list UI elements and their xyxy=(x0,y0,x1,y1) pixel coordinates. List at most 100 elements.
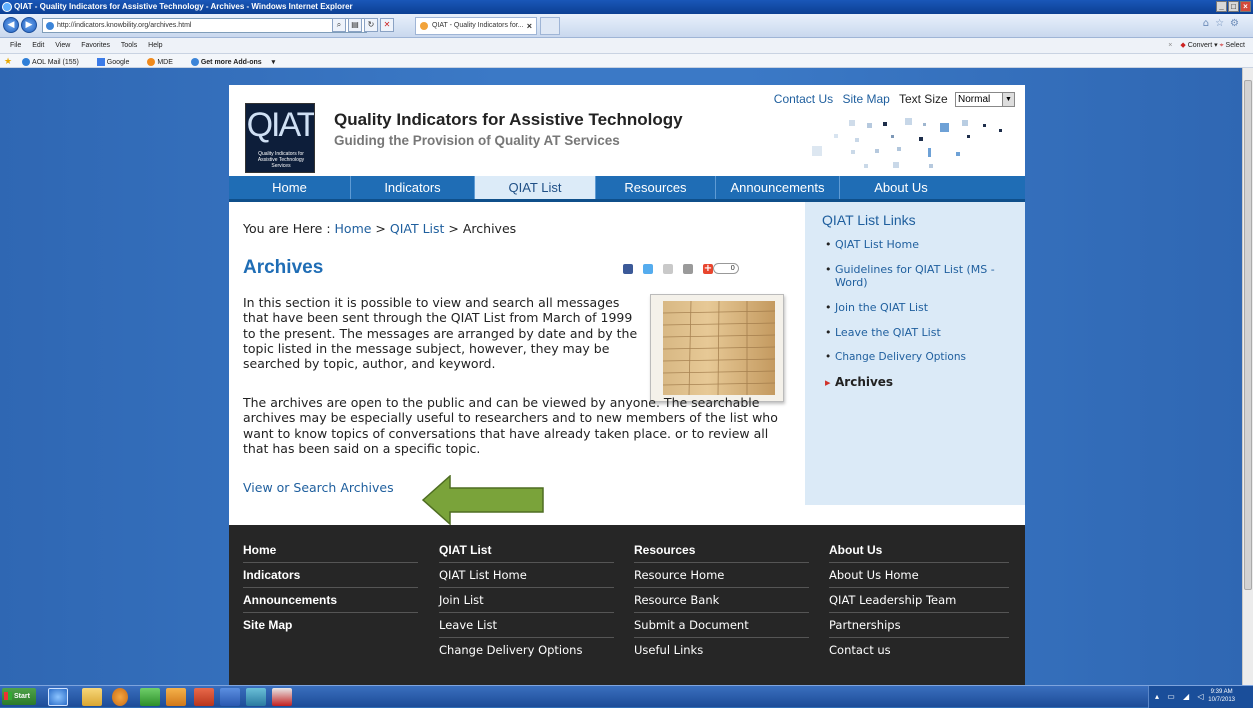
start-button[interactable]: Start xyxy=(2,688,36,705)
qiat-logo[interactable]: QIAT Quality Indicators for Assistive Te… xyxy=(245,103,315,173)
footer-link-contact-us[interactable]: Contact us xyxy=(829,637,1009,662)
footer-link-resource-bank[interactable]: Resource Bank xyxy=(634,587,809,612)
text-size-label: Text Size xyxy=(898,92,948,106)
footer-link-join-list[interactable]: Join List xyxy=(439,587,614,612)
clock[interactable]: 9:39 AM 10/7/2013 xyxy=(1208,688,1235,704)
footer-link-partnerships[interactable]: Partnerships xyxy=(829,612,1009,637)
scrollbar-thumb[interactable] xyxy=(1244,80,1252,590)
sidebar-item-leave[interactable]: Leave the QIAT List xyxy=(825,326,1015,339)
text-size-select[interactable]: Normal ▼ xyxy=(955,92,1015,108)
ie-taskbar-icon[interactable] xyxy=(48,688,68,706)
footer-link-change-delivery[interactable]: Change Delivery Options xyxy=(439,637,614,662)
footer-home[interactable]: Home xyxy=(243,543,418,562)
nav-about-us[interactable]: About Us xyxy=(840,176,962,199)
menu-edit[interactable]: Edit xyxy=(32,42,44,49)
gear-icon[interactable]: ⚙ xyxy=(1230,18,1245,29)
sidebar-item-qiat-list-home[interactable]: QIAT List Home xyxy=(825,238,1015,251)
footer-indicators[interactable]: Indicators xyxy=(243,562,418,587)
close-window-button[interactable]: × xyxy=(1240,1,1251,12)
favorite-aol-mail[interactable]: AOL Mail (155) xyxy=(22,58,87,67)
view-search-archives-link[interactable]: View or Search Archives xyxy=(243,480,394,495)
word-taskbar-icon[interactable] xyxy=(220,688,240,706)
footer-announcements[interactable]: Announcements xyxy=(243,587,418,612)
menu-file[interactable]: File xyxy=(10,42,21,49)
tray-icons[interactable]: ▴ ▭ ◢ ◁ xyxy=(1155,692,1207,701)
folder-taskbar-icon[interactable] xyxy=(82,688,102,706)
nav-home[interactable]: Home xyxy=(229,176,351,199)
favorite-addons[interactable]: Get more Add-ons ▾ xyxy=(190,58,275,67)
footer-heading-qiat-list[interactable]: QIAT List xyxy=(439,543,614,562)
url-buttons: ⌕ ▤ ↻ ✕ xyxy=(332,18,394,32)
breadcrumb-home[interactable]: Home xyxy=(335,221,372,236)
publisher-taskbar-icon[interactable] xyxy=(246,688,266,706)
forward-button[interactable]: ▶ xyxy=(21,17,37,33)
convert-button[interactable]: Convert xyxy=(1188,42,1213,49)
url-field[interactable]: http://indicators.knowbility.org/archive… xyxy=(42,18,367,33)
breadcrumb-current: Archives xyxy=(462,221,517,236)
utility-links: Contact Us Site Map Text Size Normal ▼ xyxy=(774,92,1015,108)
compatibility-icon[interactable]: ▤ xyxy=(348,18,362,32)
nav-resources[interactable]: Resources xyxy=(596,176,716,199)
sidebar-item-join[interactable]: Join the QIAT List xyxy=(825,301,1015,314)
refresh-icon[interactable]: ↻ xyxy=(364,18,378,32)
maximize-button[interactable]: □ xyxy=(1228,1,1239,12)
favorite-google[interactable]: Google xyxy=(96,58,138,67)
sidebar-item-change-delivery[interactable]: Change Delivery Options xyxy=(825,351,1015,364)
powerpoint-taskbar-icon[interactable] xyxy=(194,688,214,706)
print-icon[interactable] xyxy=(683,263,693,274)
home-icon[interactable]: ⌂ xyxy=(1203,18,1215,29)
footer-link-about-us-home[interactable]: About Us Home xyxy=(829,562,1009,587)
new-tab-button[interactable] xyxy=(540,17,560,35)
footer-link-resource-home[interactable]: Resource Home xyxy=(634,562,809,587)
footer-site-map[interactable]: Site Map xyxy=(243,612,418,637)
twitter-icon[interactable] xyxy=(643,263,653,274)
footer-column-qiat-list: QIAT List QIAT List Home Join List Leave… xyxy=(439,543,614,662)
footer-heading-resources[interactable]: Resources xyxy=(634,543,809,562)
left-arrow-icon xyxy=(422,475,544,525)
favorite-mde[interactable]: MDE xyxy=(147,58,181,67)
select-button[interactable]: Select xyxy=(1226,42,1245,49)
sidebar-item-guidelines[interactable]: Guidelines for QIAT List (MS - Word) xyxy=(825,263,1015,289)
qiat-list-links-sidebar: QIAT List Links QIAT List Home Guideline… xyxy=(805,202,1025,505)
search-dropdown-icon[interactable]: ⌕ xyxy=(332,18,346,32)
archives-description: The archives are open to the public and … xyxy=(243,395,778,456)
pdf-taskbar-icon[interactable] xyxy=(272,688,292,706)
back-button[interactable]: ◀ xyxy=(3,17,19,33)
breadcrumb-qiat-list[interactable]: QIAT List xyxy=(390,221,445,236)
sidebar-list: QIAT List Home Guidelines for QIAT List … xyxy=(825,238,1015,401)
menu-favorites[interactable]: Favorites xyxy=(81,42,110,49)
breadcrumb: You are Here : Home > QIAT List > Archiv… xyxy=(243,221,516,236)
footer-link-submit-document[interactable]: Submit a Document xyxy=(634,612,809,637)
facebook-icon[interactable] xyxy=(623,263,633,274)
site-tagline: Guiding the Provision of Quality AT Serv… xyxy=(334,133,620,148)
contact-us-link[interactable]: Contact Us xyxy=(774,92,833,106)
email-icon[interactable] xyxy=(663,263,673,274)
stop-icon[interactable]: ✕ xyxy=(380,18,394,32)
nav-qiat-list[interactable]: QIAT List xyxy=(475,176,596,199)
menu-help[interactable]: Help xyxy=(148,42,162,49)
menu-tools[interactable]: Tools xyxy=(121,42,137,49)
footer-link-leave-list[interactable]: Leave List xyxy=(439,612,614,637)
minimize-button[interactable]: _ xyxy=(1216,1,1227,12)
footer-link-useful-links[interactable]: Useful Links xyxy=(634,637,809,662)
vertical-scrollbar[interactable] xyxy=(1242,68,1253,685)
menu-view[interactable]: View xyxy=(55,42,70,49)
favorite-label: Google xyxy=(106,59,130,66)
nav-announcements[interactable]: Announcements xyxy=(716,176,840,199)
site-map-link[interactable]: Site Map xyxy=(842,92,889,106)
sidebar-item-archives[interactable]: Archives xyxy=(825,376,1015,390)
nav-indicators[interactable]: Indicators xyxy=(351,176,475,199)
footer-heading-about-us[interactable]: About Us xyxy=(829,543,1009,562)
favorites-star-icon[interactable]: ★ xyxy=(4,56,12,66)
browser-tab-active[interactable]: QIAT - Quality Indicators for... × xyxy=(415,17,537,35)
footer-link-leadership-team[interactable]: QIAT Leadership Team xyxy=(829,587,1009,612)
tab-close-icon[interactable]: × xyxy=(527,18,532,34)
media-player-taskbar-icon[interactable] xyxy=(112,688,128,706)
app-taskbar-icon[interactable] xyxy=(140,688,160,706)
favorites-star-icon[interactable]: ☆ xyxy=(1215,18,1230,29)
addthis-share-button[interactable]: + 0 xyxy=(703,263,739,274)
close-toolbar-icon[interactable]: × xyxy=(1168,42,1172,49)
cabinet-drawers xyxy=(663,301,775,395)
outlook-taskbar-icon[interactable] xyxy=(166,688,186,706)
footer-link-qiat-list-home[interactable]: QIAT List Home xyxy=(439,562,614,587)
